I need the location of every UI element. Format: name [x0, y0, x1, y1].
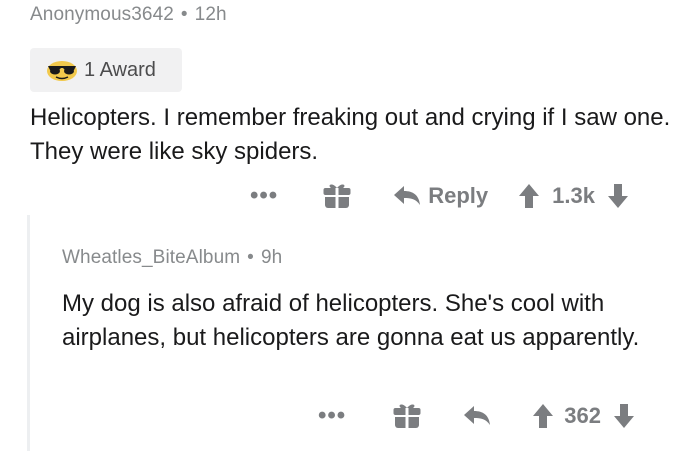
reply-label: Reply	[428, 183, 489, 208]
more-options-icon[interactable]: •••	[318, 404, 346, 428]
award-badge[interactable]: 1 Award	[30, 48, 182, 92]
thread-line[interactable]	[27, 215, 30, 451]
reply-author[interactable]: Wheatles_BiteAlbum	[62, 247, 240, 268]
reply-arrow-icon	[394, 186, 421, 205]
reply-button[interactable]: Reply	[392, 183, 488, 209]
downvote-arrow-icon[interactable]	[607, 183, 629, 209]
gift-icon[interactable]	[322, 181, 352, 211]
gift-icon[interactable]	[392, 401, 422, 431]
award-count: 1 Award	[84, 58, 156, 81]
downvote-arrow-icon[interactable]	[613, 403, 635, 429]
reply-body: My dog is also afraid of helicopters. Sh…	[62, 290, 640, 351]
reply-meta: Wheatles_BiteAlbum • 9h	[62, 247, 282, 269]
reply-time: 9h	[260, 247, 283, 268]
sunglasses-award-icon	[47, 61, 77, 81]
meta-separator: •	[247, 247, 254, 268]
more-options-icon[interactable]: •••	[250, 184, 278, 208]
comment-score: 1.3k	[552, 183, 595, 208]
comment-actions: ••• Reply 1.3k	[250, 180, 629, 212]
meta-separator: •	[180, 4, 188, 25]
upvote-arrow-icon[interactable]	[532, 403, 554, 429]
comment-meta: Anonymous3642 • 12h	[30, 4, 227, 26]
reply-actions: ••• 362	[318, 400, 635, 432]
reply-arrow-icon[interactable]	[462, 404, 492, 428]
reply-score: 362	[564, 403, 601, 428]
comment-author[interactable]: Anonymous3642	[30, 4, 174, 25]
upvote-arrow-icon[interactable]	[518, 183, 540, 209]
comment-body: Helicopters. I remember freaking out and…	[30, 104, 671, 165]
comment-time: 12h	[194, 4, 227, 25]
